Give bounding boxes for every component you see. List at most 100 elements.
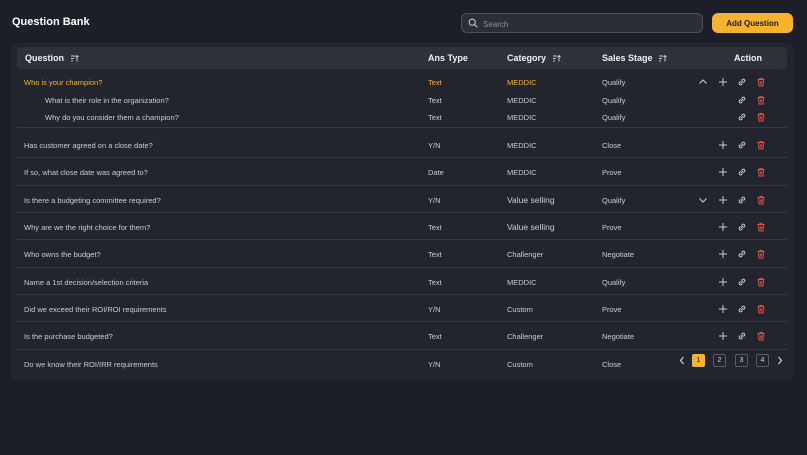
question-text: Did we exceed their ROI/ROI requirements — [24, 305, 167, 314]
question-text: If so, what close date was agreed to? — [24, 168, 148, 177]
sort-icon[interactable] — [552, 55, 561, 62]
table-row[interactable]: Who owns the budget? Text Challenger Negoti… — [17, 247, 787, 261]
column-ans-type: Ans Type — [428, 53, 468, 63]
top-bar: Question Bank Add Question — [0, 0, 807, 46]
add-icon[interactable] — [718, 167, 728, 177]
delete-icon[interactable] — [756, 140, 766, 150]
table-row[interactable]: Do we know their ROI/IRR requirements Y/N… — [17, 357, 787, 371]
add-icon[interactable] — [718, 249, 728, 259]
link-icon[interactable] — [737, 167, 747, 177]
link-icon[interactable] — [737, 277, 747, 287]
add-icon[interactable] — [718, 304, 728, 314]
sort-icon[interactable] — [659, 55, 667, 62]
table-row[interactable]: Who is your champion? Text MEDDIC Qualify — [17, 75, 787, 89]
column-question-label: Question — [25, 53, 65, 63]
chevron-up-icon[interactable] — [698, 77, 708, 87]
table-row[interactable]: Has customer agreed on a close date? Y/N M… — [17, 138, 787, 152]
question-text: Has customer agreed on a close date? — [24, 141, 153, 150]
link-icon[interactable] — [737, 112, 747, 122]
ans-type-text: Y/N — [428, 196, 441, 205]
delete-icon[interactable] — [756, 112, 766, 122]
page-button-2[interactable]: 2 — [713, 354, 726, 367]
add-icon[interactable] — [718, 140, 728, 150]
table-row[interactable]: Is there a budgeting committee required?… — [17, 193, 787, 207]
row-divider — [17, 294, 787, 295]
page-button-3[interactable]: 3 — [735, 354, 748, 367]
sales-stage-text: Qualify — [602, 96, 626, 105]
delete-icon[interactable] — [756, 304, 766, 314]
add-question-button[interactable]: Add Question — [712, 13, 793, 33]
link-icon[interactable] — [737, 304, 747, 314]
question-text: Why do you consider them a champion? — [45, 113, 179, 122]
delete-icon[interactable] — [756, 222, 766, 232]
question-text: Is there a budgeting committee required? — [24, 196, 161, 205]
add-icon[interactable] — [718, 195, 728, 205]
chevron-down-icon[interactable] — [698, 195, 708, 205]
table-row[interactable]: Why do you consider them a champion? Text… — [17, 110, 787, 124]
category-text: Custom — [507, 360, 533, 369]
row-divider — [17, 321, 787, 322]
question-table-panel: Question Ans Type Category Sales Stage A… — [11, 43, 793, 380]
column-action: Action — [734, 53, 762, 63]
delete-icon[interactable] — [756, 195, 766, 205]
link-icon[interactable] — [737, 222, 747, 232]
ans-type-text: Date — [428, 168, 444, 177]
link-icon[interactable] — [737, 331, 747, 341]
chevron-right-icon[interactable] — [776, 356, 784, 365]
ans-type-text: Text — [428, 250, 442, 259]
chevron-left-icon[interactable] — [678, 356, 686, 365]
delete-icon[interactable] — [756, 77, 766, 87]
question-text: Who is your champion? — [24, 78, 103, 87]
add-icon[interactable] — [718, 77, 728, 87]
question-text: Name a 1st decision/selection criteria — [24, 278, 149, 287]
question-text: Is the purchase budgeted? — [24, 332, 113, 341]
link-icon[interactable] — [737, 140, 747, 150]
add-icon[interactable] — [718, 222, 728, 232]
table-row[interactable]: If so, what close date was agreed to? Dat… — [17, 165, 787, 179]
search-box[interactable] — [461, 13, 703, 34]
row-divider — [17, 239, 787, 240]
category-text: MEDDIC — [507, 78, 537, 87]
sales-stage-text: Negotiate — [602, 250, 635, 259]
table-row[interactable]: Why are we the right choice for them? Tex… — [17, 220, 787, 234]
delete-icon[interactable] — [756, 277, 766, 287]
search-input[interactable] — [481, 14, 700, 34]
table-row[interactable]: Is the purchase budgeted? Text Challenger N… — [17, 329, 787, 343]
category-text: MEDDIC — [507, 141, 537, 150]
table-row[interactable]: Name a 1st decision/selection criteria Te… — [17, 275, 787, 289]
ans-type-text: Text — [428, 96, 442, 105]
row-divider — [17, 349, 787, 350]
search-icon — [468, 18, 478, 28]
column-question[interactable]: Question — [25, 53, 79, 63]
sales-stage-text: Qualify — [602, 113, 626, 122]
delete-icon[interactable] — [756, 249, 766, 259]
table-row[interactable]: What is their role in the organization? T… — [17, 93, 787, 107]
sales-stage-text: Negotiate — [602, 332, 635, 341]
sales-stage-text: Qualify — [602, 78, 626, 87]
link-icon[interactable] — [737, 77, 747, 87]
add-icon[interactable] — [718, 331, 728, 341]
sort-icon[interactable] — [70, 55, 79, 62]
question-text: Why are we the right choice for them? — [24, 223, 151, 232]
question-text: What is their role in the organization? — [45, 96, 169, 105]
column-sales-stage[interactable]: Sales Stage — [602, 53, 667, 63]
delete-icon[interactable] — [756, 331, 766, 341]
link-icon[interactable] — [737, 195, 747, 205]
question-text: Who owns the budget? — [24, 250, 101, 259]
add-icon[interactable] — [718, 277, 728, 287]
column-category[interactable]: Category — [507, 53, 561, 63]
sales-stage-text: Qualify — [602, 196, 626, 205]
sales-stage-text: Close — [602, 360, 622, 369]
delete-icon[interactable] — [756, 95, 766, 105]
table-row[interactable]: Did we exceed their ROI/ROI requirements… — [17, 302, 787, 316]
page-button-1[interactable]: 1 — [692, 354, 705, 367]
category-text: Value selling — [507, 222, 555, 232]
link-icon[interactable] — [737, 249, 747, 259]
pagination: 1 2 3 4 — [673, 354, 788, 367]
sales-stage-text: Prove — [602, 305, 622, 314]
delete-icon[interactable] — [756, 167, 766, 177]
ans-type-text: Text — [428, 223, 442, 232]
page-button-4[interactable]: 4 — [756, 354, 769, 367]
category-text: MEDDIC — [507, 278, 537, 287]
link-icon[interactable] — [737, 95, 747, 105]
